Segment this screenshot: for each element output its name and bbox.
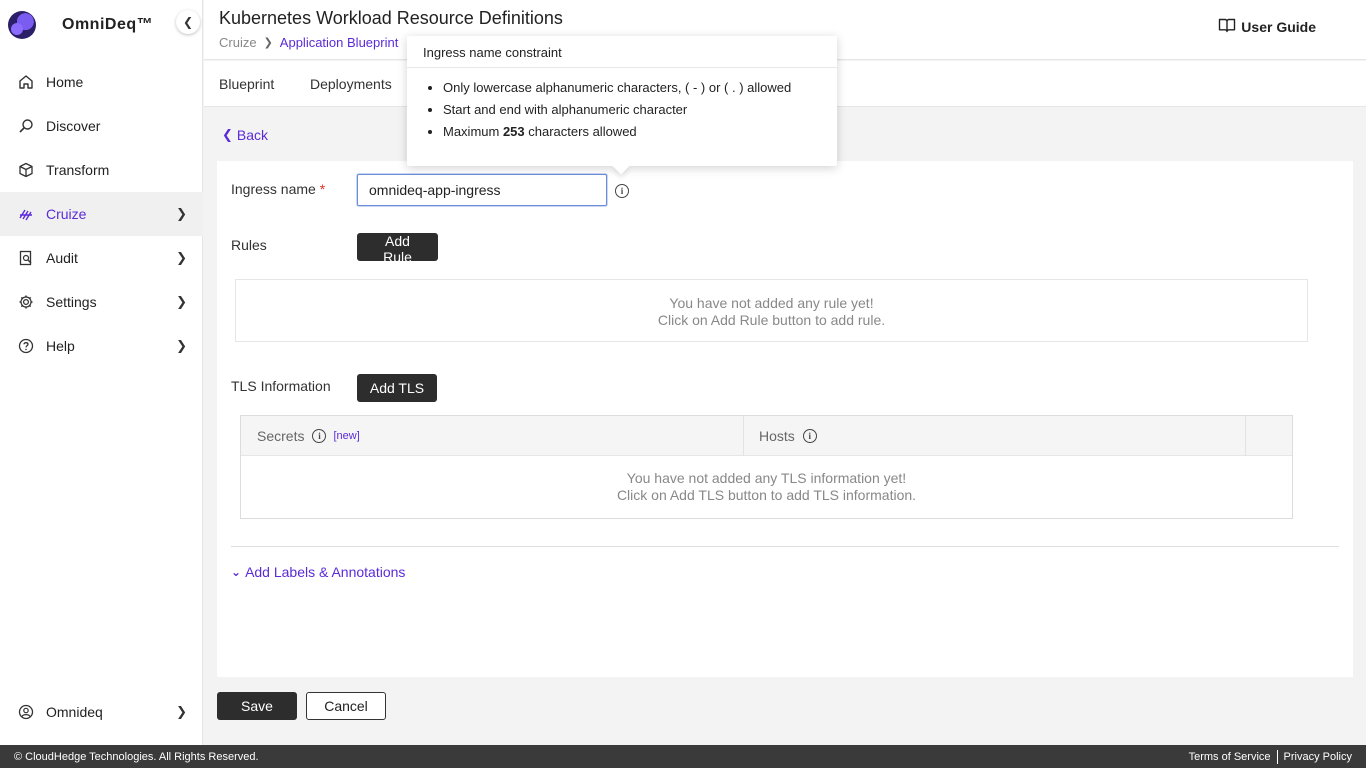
hosts-header-label: Hosts <box>759 428 795 444</box>
breadcrumb: Cruize ❯ Application Blueprint <box>219 35 398 50</box>
page-title: Kubernetes Workload Resource Definitions <box>219 8 563 28</box>
tooltip-item: Start and end with alphanumeric characte… <box>443 102 837 124</box>
info-icon[interactable]: i <box>802 429 817 443</box>
chevron-left-icon: ❮ <box>222 127 233 142</box>
book-icon <box>1218 17 1236 36</box>
section-divider <box>231 546 1339 547</box>
tab-deployments[interactable]: Deployments <box>310 76 392 92</box>
back-label: Back <box>236 127 269 143</box>
user-icon <box>17 703 35 721</box>
breadcrumb-item-application-blueprint[interactable]: Application Blueprint <box>280 35 399 50</box>
tls-empty-line1: You have not added any TLS information y… <box>626 470 907 486</box>
info-icon[interactable]: i <box>312 429 327 443</box>
audit-icon <box>17 249 35 267</box>
tooltip-item: Only lowercase alphanumeric characters, … <box>443 80 837 102</box>
chevron-right-icon: ❯ <box>176 704 187 719</box>
sidebar-item-transform[interactable]: Transform <box>0 148 203 192</box>
sidebar-item-home[interactable]: Home <box>0 60 203 104</box>
sidebar-item-label: Settings <box>46 294 97 310</box>
ingress-form-card: Ingress name * i Rules Add Rule You have… <box>217 161 1353 677</box>
chevron-down-icon: ⌄ <box>231 565 242 579</box>
discover-icon <box>17 117 35 135</box>
rules-label: Rules <box>231 237 267 253</box>
brand-name: OmniDeq™ <box>62 16 154 33</box>
add-tls-button[interactable]: Add TLS <box>357 374 437 402</box>
brand[interactable]: OmniDeq™ <box>8 8 198 42</box>
back-link[interactable]: ❮ Back <box>222 127 268 143</box>
footer-links: Terms of Service Privacy Policy <box>1189 749 1352 764</box>
tls-table-header: Secrets i [new] Hosts i <box>241 416 1292 456</box>
user-guide-link[interactable]: User Guide <box>1218 17 1316 36</box>
max-prefix: Maximum <box>443 124 503 139</box>
add-labels-label: Add Labels & Annotations <box>245 564 406 580</box>
max-length-value: 253 <box>502 124 525 139</box>
tooltip-constraint-list: Only lowercase alphanumeric characters, … <box>407 68 837 146</box>
tls-empty-state: You have not added any TLS information y… <box>241 456 1292 504</box>
save-button[interactable]: Save <box>217 692 297 720</box>
sidebar-item-label: Help <box>46 338 75 354</box>
ingress-name-input[interactable] <box>357 174 607 206</box>
sidebar-item-label: Audit <box>46 250 78 266</box>
chevron-right-icon: ❯ <box>176 250 187 265</box>
sidebar-item-label: Transform <box>46 162 110 178</box>
breadcrumb-item-cruize[interactable]: Cruize <box>219 35 257 50</box>
column-divider <box>1245 416 1246 456</box>
ingress-name-label: Ingress name * <box>231 181 325 197</box>
chevron-right-icon: ❯ <box>176 294 187 309</box>
secrets-header-label: Secrets <box>257 428 305 444</box>
rules-empty-line2: Click on Add Rule button to add rule. <box>657 312 886 328</box>
home-icon <box>17 73 35 91</box>
collapse-sidebar-button[interactable]: ❮ <box>176 10 200 34</box>
tooltip-title: Ingress name constraint <box>407 36 837 68</box>
tls-empty-line2: Click on Add TLS button to add TLS infor… <box>616 487 917 503</box>
column-header-secrets: Secrets i [new] <box>257 416 360 456</box>
max-suffix: characters allowed <box>524 124 637 139</box>
add-rule-button[interactable]: Add Rule <box>357 233 438 265</box>
cube-icon <box>17 161 35 179</box>
chevron-right-icon: ❯ <box>176 338 187 353</box>
sidebar-nav: Home Discover Transform Cruize ❯ Audit ❯… <box>0 60 203 368</box>
footer-link-separator <box>1276 749 1278 764</box>
omnideq-logo <box>8 11 36 39</box>
sidebar-footer: Omnideq ❯ <box>0 690 203 734</box>
gear-icon <box>17 293 35 311</box>
column-header-hosts: Hosts i <box>759 416 817 456</box>
sidebar-item-label: Discover <box>46 118 101 134</box>
terms-of-service-link[interactable]: Terms of Service <box>1189 751 1271 763</box>
sidebar-item-label: Home <box>46 74 84 90</box>
tls-table: Secrets i [new] Hosts i You have not add… <box>240 415 1293 519</box>
tls-information-label: TLS Information <box>231 378 331 394</box>
sidebar-item-omnideq-account[interactable]: Omnideq ❯ <box>0 690 203 734</box>
copyright-text: © CloudHedge Technologies. All Rights Re… <box>14 750 259 763</box>
chevron-right-icon: ❯ <box>176 206 187 221</box>
sidebar-item-settings[interactable]: Settings ❯ <box>0 280 203 324</box>
help-icon <box>17 337 35 355</box>
sidebar: OmniDeq™ ❮ Home Discover Transform Cruiz… <box>0 0 203 745</box>
sidebar-item-discover[interactable]: Discover <box>0 104 203 148</box>
info-icon[interactable]: i <box>615 184 629 198</box>
rules-empty-state: You have not added any rule yet! Click o… <box>235 279 1308 342</box>
add-labels-annotations-toggle[interactable]: ⌄ Add Labels & Annotations <box>231 564 405 580</box>
ingress-name-constraint-tooltip: Ingress name constraint Only lowercase a… <box>407 36 837 166</box>
sidebar-item-cruize[interactable]: Cruize ❯ <box>0 192 203 236</box>
ingress-name-label-text: Ingress name <box>231 181 316 197</box>
tab-blueprint[interactable]: Blueprint <box>219 76 274 92</box>
rules-empty-line1: You have not added any rule yet! <box>669 295 874 311</box>
tooltip-item-max-length: Maximum 253 characters allowed <box>443 124 837 146</box>
user-guide-label: User Guide <box>1241 18 1316 35</box>
sidebar-item-audit[interactable]: Audit ❯ <box>0 236 203 280</box>
sidebar-item-help[interactable]: Help ❯ <box>0 324 203 368</box>
page-footer: © CloudHedge Technologies. All Rights Re… <box>0 745 1366 768</box>
privacy-policy-link[interactable]: Privacy Policy <box>1284 751 1352 763</box>
sidebar-item-label: Omnideq <box>46 704 103 720</box>
required-mark: * <box>319 181 326 197</box>
sidebar-item-label: Cruize <box>46 206 87 222</box>
cruize-icon <box>17 205 35 223</box>
column-divider <box>743 416 744 456</box>
new-secret-link[interactable]: [new] <box>333 430 359 442</box>
cancel-button[interactable]: Cancel <box>306 692 386 720</box>
chevron-right-icon: ❯ <box>263 37 273 49</box>
chevron-left-icon: ❮ <box>182 15 194 29</box>
